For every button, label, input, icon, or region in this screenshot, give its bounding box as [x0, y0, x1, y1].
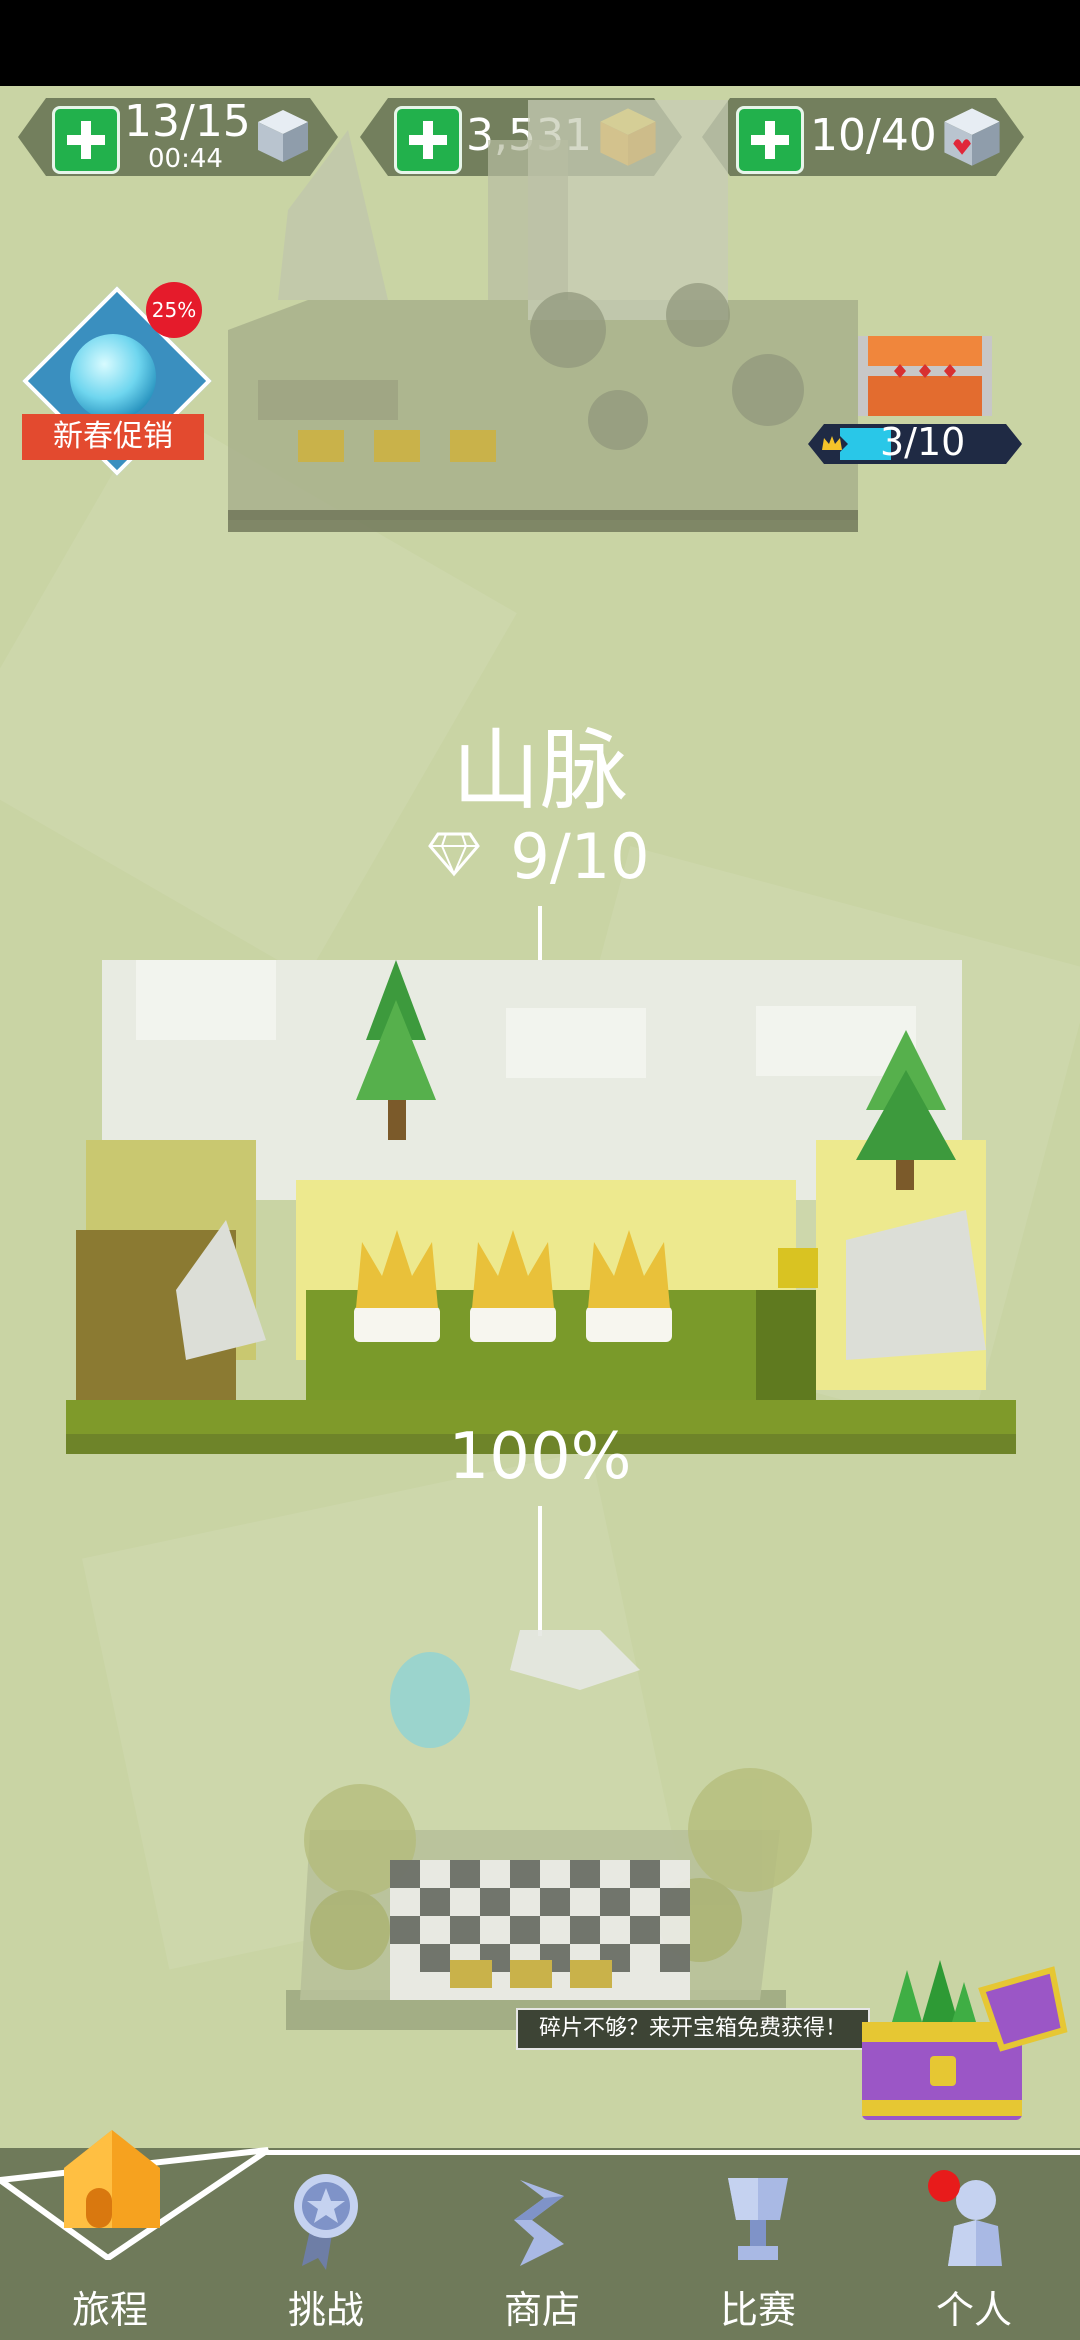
trophy-icon	[728, 2178, 788, 2260]
status-bar	[0, 0, 1080, 86]
previous-level-island[interactable]	[228, 100, 858, 560]
nav-journey[interactable]: 旅程	[2, 2130, 218, 2340]
globe-icon	[70, 334, 156, 420]
gem-count: 9/10	[510, 820, 650, 893]
level-progress: 100%	[448, 1420, 632, 1494]
crown-icon	[816, 428, 848, 460]
new-year-sale-button[interactable]: 新春促销 25%	[22, 282, 212, 476]
shop-icon	[514, 2180, 564, 2266]
heart-cube-icon	[944, 108, 1000, 166]
add-lives-button[interactable]	[52, 106, 120, 174]
nav-shop[interactable]: 商店	[434, 2170, 650, 2340]
next-level-island[interactable]	[280, 1630, 840, 2050]
nav-match[interactable]: 比赛	[650, 2170, 866, 2340]
mountain-level-island[interactable]	[66, 960, 1016, 1460]
promo-label: 新春促销	[22, 414, 204, 460]
notification-dot	[928, 2170, 960, 2202]
medal-icon	[294, 2174, 358, 2270]
nav-profile[interactable]: 个人	[866, 2170, 1080, 2340]
discount-badge: 25%	[146, 282, 202, 338]
nav-journey-label: 旅程	[71, 2288, 148, 2332]
home-icon	[64, 2130, 160, 2228]
nav-challenge[interactable]: 挑战	[218, 2170, 434, 2340]
lives-timer: 00:44	[148, 144, 223, 174]
chest-progress-text: 3/10	[880, 420, 966, 464]
treasure-chest-icon[interactable]	[852, 322, 998, 422]
chest-hint-tooltip: 碎片不够？来开宝箱免费获得！	[516, 2008, 870, 2050]
level-title: 山脉	[451, 719, 628, 822]
crown-slots	[354, 1230, 672, 1342]
nav-shop-label: 商店	[503, 2288, 580, 2332]
nav-challenge-label: 挑战	[287, 2288, 364, 2332]
nav-divider	[260, 2150, 1080, 2155]
path-line	[538, 1506, 542, 1636]
bonus-chest-button[interactable]	[852, 1960, 1068, 2130]
nav-profile-label: 个人	[935, 2288, 1012, 2332]
nav-match-label: 比赛	[719, 2288, 796, 2332]
